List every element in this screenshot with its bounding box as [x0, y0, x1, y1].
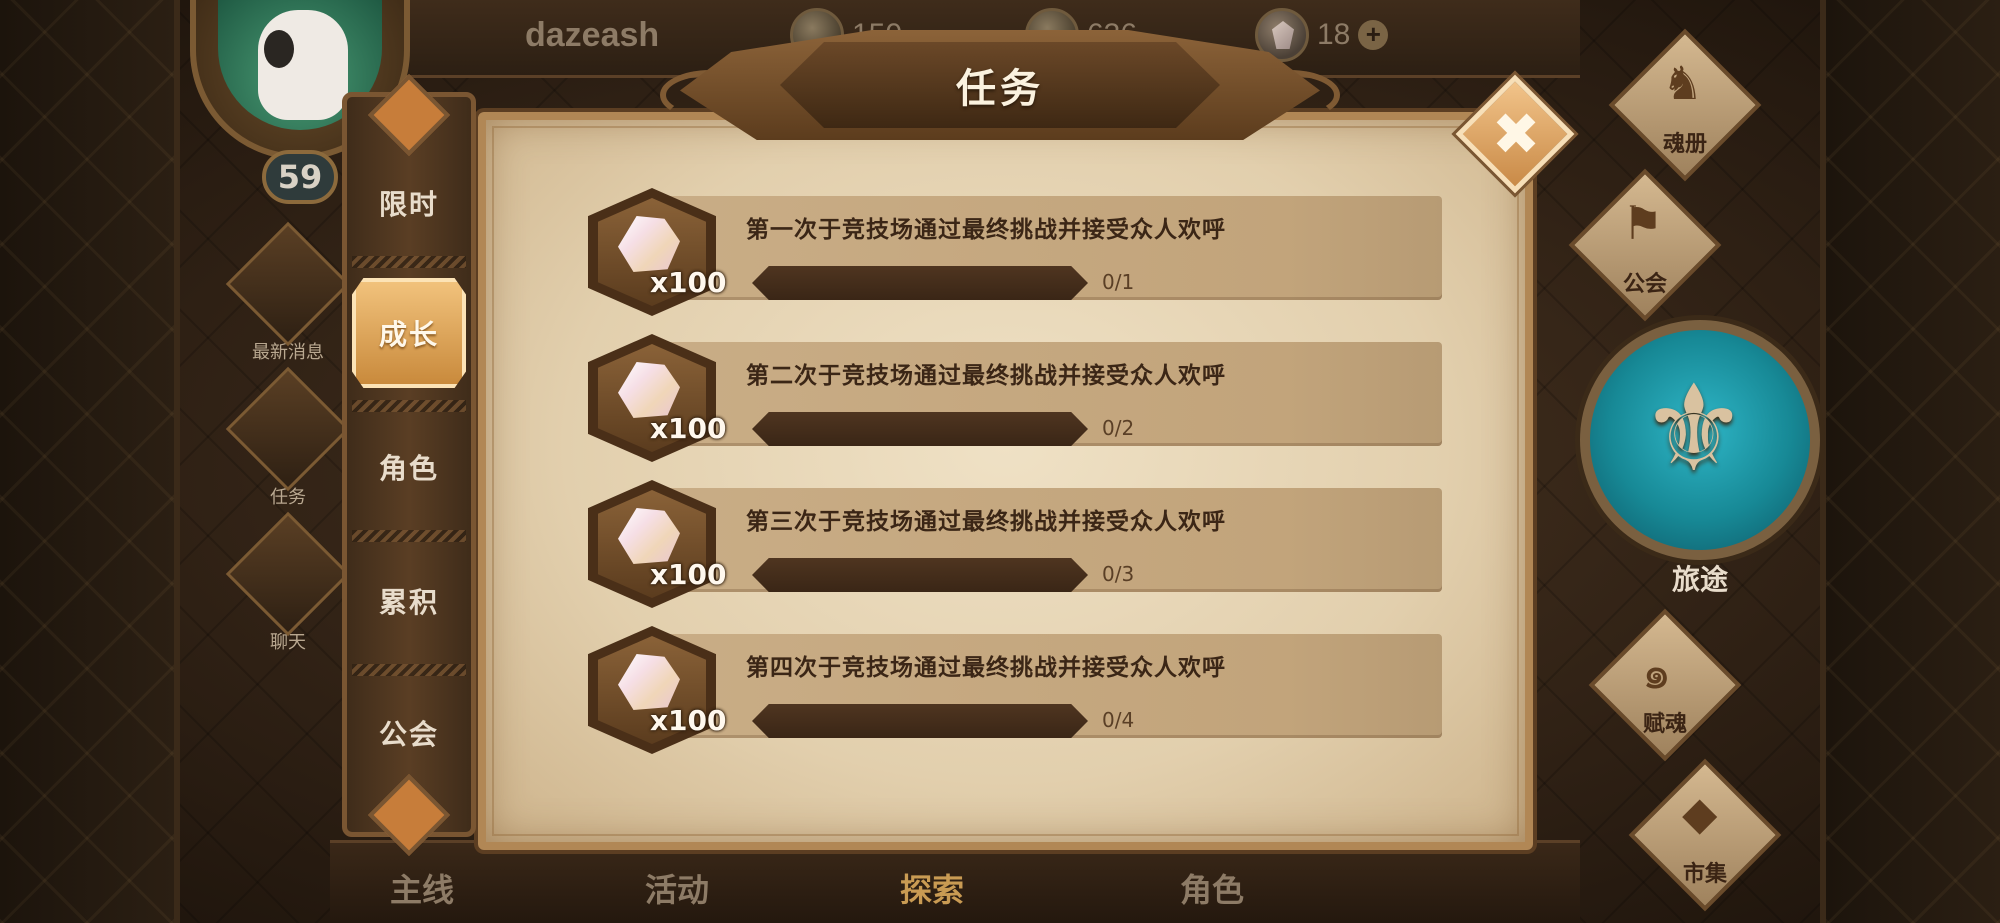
bottom-nav-bar: 主线 活动 探索 角色 [330, 840, 1580, 923]
dialog-title: 任务 [956, 66, 1044, 112]
soul-enhance-label: 赋魂 [1642, 712, 1687, 737]
quests-button[interactable]: 任务 [225, 366, 351, 515]
quest-row[interactable]: x100 第三次于竞技场通过最终挑战并接受众人欢呼 0/3 [588, 480, 1442, 608]
add-gems-button[interactable]: + [1358, 20, 1389, 50]
tab-limited[interactable]: 限时 [352, 148, 466, 258]
quest-title: 第二次于竞技场通过最终挑战并接受众人欢呼 [746, 363, 1226, 389]
market-label: 市集 [1682, 862, 1727, 887]
reward-count: x100 [650, 704, 727, 737]
progress-bar [752, 412, 1088, 446]
progress-bar [752, 704, 1088, 738]
nav-characters[interactable]: 角色 [1180, 865, 1244, 911]
nav-explore[interactable]: 探索 [900, 865, 964, 911]
progress-text: 0/4 [1102, 708, 1135, 732]
quest-title: 第三次于竞技场通过最终挑战并接受众人欢呼 [746, 509, 1226, 535]
soul-flame-icon: ๑ [1642, 645, 1672, 699]
market-gem-icon: ◆ [1682, 786, 1718, 840]
soul-enhance-button[interactable]: ๑ 赋魂 [1588, 608, 1742, 762]
quest-row[interactable]: x100 第四次于竞技场通过最终挑战并接受众人欢呼 0/4 [588, 626, 1442, 754]
news-button[interactable]: 最新消息 [225, 221, 351, 370]
tab-separator [352, 256, 466, 268]
tab-character[interactable]: 角色 [352, 412, 466, 522]
journey-label: 旅途 [1671, 563, 1728, 596]
progress-bar [752, 266, 1088, 300]
progress-text: 0/2 [1102, 416, 1135, 440]
progress-bar [752, 558, 1088, 592]
guild-side-label: 公会 [1622, 272, 1667, 297]
progress-text: 0/3 [1102, 562, 1135, 586]
soul-book-button[interactable]: ♞ 魂册 [1608, 28, 1762, 182]
tab-separator [352, 664, 466, 676]
reward-count: x100 [650, 412, 727, 445]
nav-main-story[interactable]: 主线 [390, 865, 454, 911]
chat-bubble-icon [225, 511, 351, 637]
tab-guild[interactable]: 公会 [352, 678, 466, 788]
soul-book-label: 魂册 [1662, 132, 1707, 157]
tab-separator [352, 530, 466, 542]
title-banner-plate: 任务 [780, 42, 1220, 128]
progress-text: 0/1 [1102, 270, 1135, 294]
tab-growth[interactable]: 成长 [352, 278, 466, 388]
guild-banner-icon: ⚑ [1622, 196, 1664, 250]
quest-title: 第四次于竞技场通过最终挑战并接受众人欢呼 [746, 655, 1226, 681]
market-button[interactable]: ◆ 市集 [1628, 758, 1782, 912]
chat-button[interactable]: 聊天 [225, 511, 351, 660]
tab-cumulative[interactable]: 累积 [352, 546, 466, 656]
guild-side-button[interactable]: ⚑ 公会 [1568, 168, 1722, 322]
currency-gem: 18 + [1255, 8, 1389, 62]
journey-emblem-icon: ⚜ [1640, 360, 1748, 499]
left-decor-panel [0, 0, 180, 923]
news-cat-icon [225, 221, 351, 347]
reward-count: x100 [650, 558, 727, 591]
gem-amount: 18 [1317, 18, 1351, 51]
quest-row[interactable]: x100 第二次于竞技场通过最终挑战并接受众人欢呼 0/2 [588, 334, 1442, 462]
reward-count: x100 [650, 266, 727, 299]
quest-row[interactable]: x100 第一次于竞技场通过最终挑战并接受众人欢呼 0/1 [588, 188, 1442, 316]
quest-scroll-icon [225, 366, 351, 492]
right-decor-panel [1820, 0, 2000, 923]
tab-separator [352, 400, 466, 412]
close-icon[interactable]: ✖ [1486, 100, 1546, 168]
player-level-badge: 59 [262, 150, 338, 204]
quest-title: 第一次于竞技场通过最终挑战并接受众人欢呼 [746, 217, 1226, 243]
soul-book-icon: ♞ [1662, 56, 1704, 110]
nav-events[interactable]: 活动 [645, 865, 709, 911]
cat-portrait-icon [258, 10, 348, 120]
player-username: dazeash [525, 16, 660, 54]
